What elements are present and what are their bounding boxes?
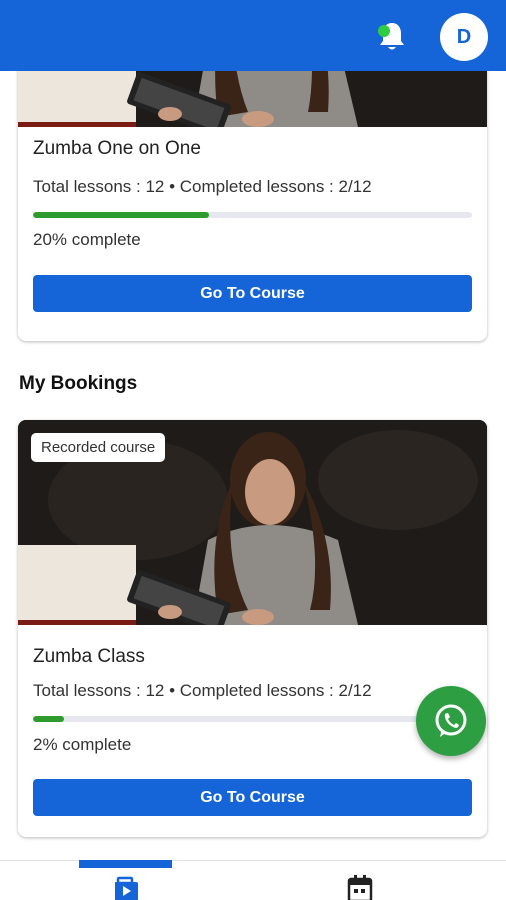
- go-to-course-button[interactable]: Go To Course: [33, 779, 472, 816]
- lessons-info: Total lessons : 12 • Completed lessons :…: [33, 681, 372, 700]
- course-photo: [18, 71, 487, 127]
- progress-fill: [33, 716, 64, 722]
- course-image: [18, 71, 487, 127]
- whatsapp-button[interactable]: [416, 686, 486, 756]
- progress-text: 2% complete: [33, 735, 132, 754]
- calendar-icon[interactable]: [347, 875, 375, 900]
- section-heading-my-bookings: My Bookings: [19, 373, 138, 394]
- progress-bar: [33, 716, 472, 722]
- course-title: Zumba One on One: [33, 138, 201, 159]
- progress-fill: [33, 212, 209, 218]
- booking-image: Recorded course: [18, 420, 487, 625]
- course-card: Zumba One on One Total lessons : 12 • Co…: [18, 71, 487, 341]
- lessons-info: Total lessons : 12 • Completed lessons :…: [33, 177, 372, 196]
- whatsapp-icon: [435, 704, 467, 737]
- booking-title: Zumba Class: [33, 646, 145, 667]
- go-to-course-label: Go To Course: [200, 788, 305, 806]
- progress-text: 20% complete: [33, 230, 141, 249]
- avatar[interactable]: D: [440, 13, 488, 61]
- top-app-bar: D: [0, 0, 506, 71]
- go-to-course-button[interactable]: Go To Course: [33, 275, 472, 312]
- recorded-course-badge: Recorded course: [31, 433, 166, 462]
- progress-bar: [33, 212, 472, 218]
- notification-dot: [378, 25, 390, 37]
- booking-card: Recorded course Zumba Class Total lesson…: [18, 420, 487, 837]
- go-to-course-label: Go To Course: [200, 284, 305, 302]
- active-tab-indicator: [79, 860, 172, 868]
- courses-icon[interactable]: [112, 875, 140, 900]
- bottom-nav: [0, 860, 506, 900]
- avatar-initial: D: [456, 25, 472, 48]
